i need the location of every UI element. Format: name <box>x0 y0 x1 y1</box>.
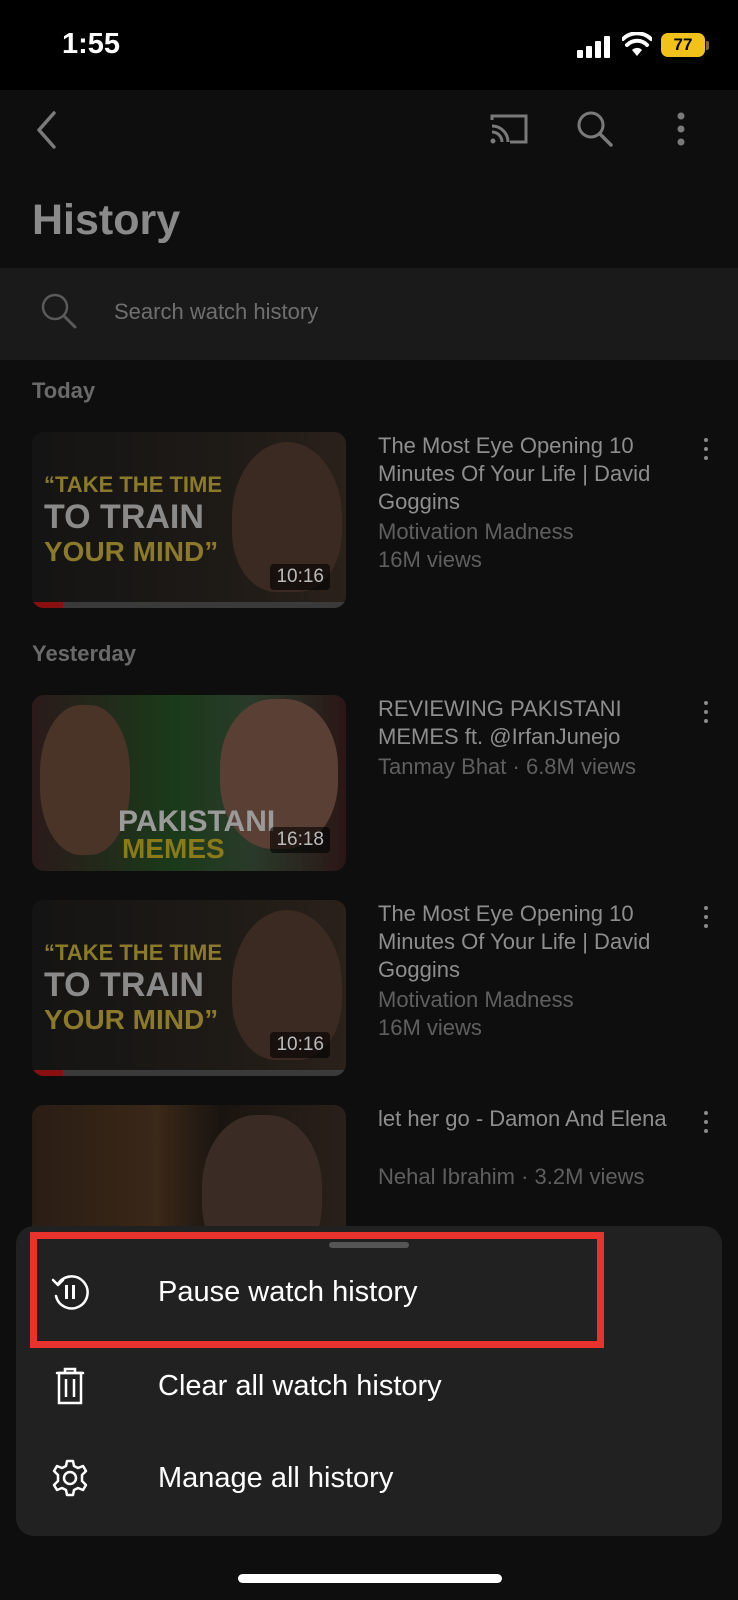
cellular-signal-icon <box>577 36 613 58</box>
watch-progress-bar <box>32 1070 346 1076</box>
top-app-bar: History <box>0 90 738 267</box>
clear-all-watch-history-option[interactable]: Clear all watch history <box>16 1342 722 1432</box>
search-icon[interactable] <box>576 110 614 148</box>
search-icon <box>41 293 77 329</box>
video-meta: Tanmay Bhat · 6.8M views <box>378 754 636 779</box>
back-arrow-icon[interactable] <box>34 110 60 150</box>
search-history-field[interactable]: Search watch history <box>0 268 738 360</box>
gear-icon <box>52 1459 88 1497</box>
video-channel: Motivation Madness <box>378 519 574 544</box>
video-thumbnail[interactable]: “TAKE THE TIME TO TRAIN YOUR MIND” 10:16 <box>32 432 346 608</box>
thumbnail-text: TO TRAIN <box>44 966 204 1004</box>
thumbnail-text: YOUR MIND” <box>44 536 219 567</box>
manage-all-history-option[interactable]: Manage all history <box>16 1434 722 1524</box>
video-meta: Nehal Ibrahim · 3.2M views <box>378 1164 645 1189</box>
thumbnail-text: YOUR MIND” <box>44 1004 219 1035</box>
thumbnail-text: TO TRAIN <box>44 498 204 536</box>
section-label-yesterday: Yesterday <box>32 641 136 666</box>
sheet-item-label: Clear all watch history <box>158 1370 442 1402</box>
more-options-icon[interactable] <box>676 112 686 146</box>
video-views: 16M views <box>378 547 482 572</box>
video-channel: Motivation Madness <box>378 987 574 1012</box>
video-views: 16M views <box>378 1015 482 1040</box>
page-title: History <box>32 196 181 244</box>
video-more-icon[interactable] <box>700 906 712 932</box>
trash-icon <box>55 1367 85 1405</box>
thumbnail-text: “TAKE THE TIME <box>44 472 223 497</box>
video-duration: 16:18 <box>270 827 330 853</box>
video-title[interactable]: REVIEWING PAKISTANI MEMES ft. @IrfanJune… <box>378 695 678 751</box>
video-thumbnail[interactable]: PAKISTANI MEMES 16:18 <box>32 695 346 871</box>
thumbnail-text: MEMES <box>122 833 225 864</box>
video-duration: 10:16 <box>270 1032 330 1058</box>
video-item[interactable]: “TAKE THE TIME TO TRAIN YOUR MIND” 10:16… <box>0 432 738 612</box>
video-item[interactable]: “TAKE THE TIME TO TRAIN YOUR MIND” 10:16… <box>0 900 738 1080</box>
video-more-icon[interactable] <box>700 1111 712 1137</box>
status-time: 1:55 <box>62 28 121 60</box>
video-title[interactable]: The Most Eye Opening 10 Minutes Of Your … <box>378 900 678 984</box>
search-placeholder: Search watch history <box>114 299 319 324</box>
highlight-annotation-box <box>30 1232 604 1348</box>
video-title[interactable]: The Most Eye Opening 10 Minutes Of Your … <box>378 432 678 516</box>
wifi-icon <box>622 32 652 56</box>
cast-icon[interactable] <box>488 112 530 146</box>
video-item[interactable]: PAKISTANI MEMES 16:18 REVIEWING PAKISTAN… <box>0 695 738 875</box>
video-title[interactable]: let her go - Damon And Elena <box>378 1105 678 1133</box>
section-label-today: Today <box>32 378 96 403</box>
sheet-item-label: Manage all history <box>158 1462 394 1494</box>
thumbnail-person <box>40 705 130 855</box>
video-duration: 10:16 <box>270 564 330 590</box>
video-more-icon[interactable] <box>700 701 712 727</box>
status-bar: 1:55 77 <box>0 0 738 90</box>
home-indicator[interactable] <box>238 1574 502 1583</box>
video-more-icon[interactable] <box>700 438 712 464</box>
thumbnail-text: “TAKE THE TIME <box>44 940 223 965</box>
video-thumbnail[interactable]: “TAKE THE TIME TO TRAIN YOUR MIND” 10:16 <box>32 900 346 1076</box>
watch-progress-bar <box>32 602 346 608</box>
battery-indicator: 77 <box>661 33 705 57</box>
battery-nub <box>706 41 709 50</box>
